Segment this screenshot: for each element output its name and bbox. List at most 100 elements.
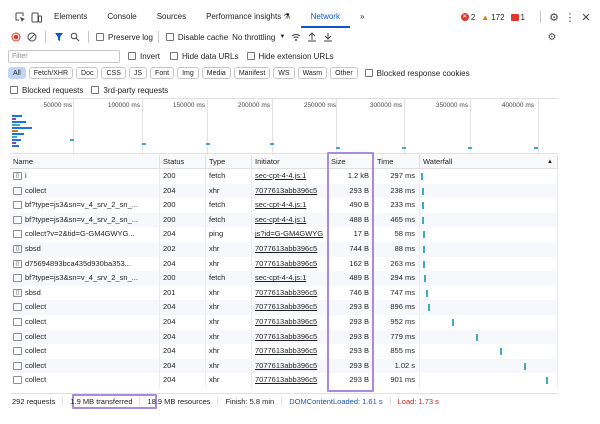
network-conditions-wifi-icon[interactable] — [288, 29, 304, 45]
blocked-response-cookies-label: Blocked response cookies — [376, 68, 470, 78]
invert-label: Invert — [140, 51, 161, 61]
cell-initiator[interactable]: sec-cpt-4-4.js:1 — [252, 198, 328, 213]
request-row[interactable]: collect 204 xhr 7077613abb396c5 293 B 238 ms — [10, 183, 558, 199]
tab-sources[interactable]: Sources — [147, 6, 196, 28]
type-filter-manifest[interactable]: Manifest — [233, 67, 271, 79]
column-header-initiator[interactable]: Initiator — [252, 155, 328, 169]
type-filter-ws[interactable]: WS — [273, 67, 295, 79]
request-row[interactable]: collect 204 xhr 7077613abb396c5 293 B 952 ms — [10, 315, 558, 330]
request-row[interactable]: {} sbsd 202 xhr 7077613abb396c5 744 B 88 ms — [10, 242, 558, 257]
cell-initiator[interactable]: 7077613abb396c5 — [252, 358, 328, 374]
request-row[interactable]: {} i 200 fetch sec-cpt-4-4.js:1 1.2 kB 297 ms — [10, 169, 558, 184]
cell-initiator[interactable]: 7077613abb396c5 — [252, 256, 328, 272]
cell-name: {} sbsd — [10, 285, 160, 301]
request-row[interactable]: {} d75694893bca435d930ba353... 204 xhr 70776… — [10, 256, 558, 272]
type-filter-media[interactable]: Media — [201, 67, 231, 79]
blocked-response-cookies-checkbox[interactable] — [364, 69, 373, 77]
export-har-icon[interactable] — [320, 29, 336, 45]
type-filter-font[interactable]: Font — [150, 67, 175, 79]
cell-initiator[interactable]: 7077613abb396c5 — [252, 315, 328, 330]
type-filter-css[interactable]: CSS — [101, 67, 126, 79]
cell-status: 204 — [160, 329, 206, 345]
network-overview-timeline[interactable]: 50000 ms 100000 ms 150000 ms 200000 ms 2… — [10, 98, 558, 155]
hide-extension-urls-checkbox[interactable] — [246, 52, 255, 60]
invert-checkbox[interactable] — [128, 52, 136, 60]
dropdown-arrow-icon[interactable]: ▼ — [279, 34, 285, 40]
record-icon[interactable] — [8, 29, 24, 45]
request-row[interactable]: collect 204 xhr 7077613abb396c5 293 B 779 ms — [10, 329, 558, 345]
type-filter-doc[interactable]: Doc — [76, 67, 99, 79]
cell-initiator[interactable]: sec-cpt-4-4.js:1 — [252, 169, 328, 184]
more-tabs-button[interactable]: » — [350, 6, 374, 28]
filter-input[interactable]: Filter — [8, 49, 120, 63]
clear-icon[interactable] — [24, 29, 40, 45]
errors-badge[interactable]: ✕ 2 — [460, 13, 475, 22]
preserve-log-checkbox[interactable] — [96, 33, 104, 41]
warnings-badge[interactable]: ▲ 172 — [481, 13, 504, 22]
column-header-time[interactable]: Time — [374, 155, 420, 169]
cell-type: ping — [206, 227, 252, 242]
request-name: d75694893bca435d930ba353... — [25, 258, 131, 268]
divider — [45, 31, 46, 43]
type-filter-img[interactable]: Img — [177, 67, 199, 79]
filter-icon[interactable] — [51, 29, 67, 45]
more-options-icon[interactable]: ⋮ — [562, 9, 578, 25]
request-row[interactable]: collect?v=2&tid=G-GM4GWYG... 204 ping js?id… — [10, 227, 558, 242]
cell-initiator[interactable]: sec-cpt-4-4.js:1 — [252, 212, 328, 228]
request-row[interactable]: collect 204 xhr 7077613abb396c5 293 B 1.02 s — [10, 358, 558, 374]
device-toolbar-icon[interactable] — [28, 9, 44, 25]
cell-status: 200 — [160, 198, 206, 213]
cell-waterfall — [420, 227, 558, 242]
cell-initiator[interactable]: js?id=G-GM4GWYG — [252, 227, 328, 242]
cell-time: 88 ms — [374, 242, 420, 257]
column-header-type[interactable]: Type — [206, 155, 252, 169]
type-filter-wasm[interactable]: Wasm — [297, 67, 328, 79]
cell-initiator[interactable]: 7077613abb396c5 — [252, 300, 328, 315]
request-row[interactable]: bf?type=js3&sn=v_4_srv_2_sn_... 200 fetch s… — [10, 212, 558, 228]
cell-initiator[interactable]: 7077613abb396c5 — [252, 285, 328, 301]
request-row[interactable]: {} sbsd 201 xhr 7077613abb396c5 746 B 747 ms — [10, 285, 558, 301]
issues-badge[interactable]: 1 — [510, 13, 525, 22]
cell-initiator[interactable]: sec-cpt-4-4.js:1 — [252, 271, 328, 286]
cell-initiator[interactable]: 7077613abb396c5 — [252, 242, 328, 257]
tab-performance-insights[interactable]: Performance insights ⚗ — [196, 6, 301, 28]
hide-data-urls-checkbox[interactable] — [170, 52, 179, 60]
request-row[interactable]: collect 204 xhr 7077613abb396c5 293 B 896 ms — [10, 300, 558, 315]
blocked-requests-checkbox[interactable] — [10, 86, 18, 94]
column-header-name[interactable]: Name — [10, 155, 160, 169]
tab-elements[interactable]: Elements — [44, 6, 97, 28]
type-filter-fetch-xhr[interactable]: Fetch/XHR — [28, 67, 74, 79]
request-row[interactable]: collect 204 xhr 7077613abb396c5 293 B 855 ms — [10, 344, 558, 359]
close-icon[interactable]: ✕ — [578, 9, 594, 25]
cell-initiator[interactable]: 7077613abb396c5 — [252, 344, 328, 359]
cell-initiator[interactable]: 7077613abb396c5 — [252, 373, 328, 388]
search-icon[interactable] — [67, 29, 83, 45]
type-filter-other[interactable]: Other — [330, 67, 358, 79]
inspect-element-icon[interactable] — [12, 9, 28, 25]
throttling-select[interactable]: No throttling — [232, 33, 275, 42]
type-filter-js[interactable]: JS — [128, 67, 148, 79]
cell-name: collect — [10, 329, 160, 345]
request-name: collect — [25, 375, 47, 385]
tab-console[interactable]: Console — [97, 6, 146, 28]
cell-time: 1.02 s — [374, 358, 420, 374]
disable-cache-checkbox[interactable] — [165, 33, 174, 41]
waterfall-bar — [476, 333, 478, 341]
third-party-requests-checkbox[interactable] — [91, 86, 100, 94]
settings-gear-icon[interactable]: ⚙ — [546, 9, 562, 25]
request-row[interactable]: bf?type=js3&sn=v_4_srv_2_sn_... 200 fetch s… — [10, 198, 558, 213]
size-column-highlight — [327, 152, 374, 392]
column-header-waterfall[interactable]: Waterfall ▲ — [420, 155, 558, 169]
cell-initiator[interactable]: 7077613abb396c5 — [252, 183, 328, 199]
overview-tick-label: 350000 ms — [435, 102, 468, 109]
type-filter-all[interactable]: All — [8, 67, 26, 79]
column-header-status[interactable]: Status — [160, 155, 206, 169]
request-name: collect — [25, 317, 47, 326]
cell-waterfall — [420, 358, 558, 374]
tab-network[interactable]: Network — [300, 6, 350, 28]
request-row[interactable]: collect 204 xhr 7077613abb396c5 293 B 901 ms — [10, 373, 558, 388]
network-settings-gear-icon[interactable]: ⚙ — [544, 29, 560, 45]
request-row[interactable]: bf?type=js3&sn=v_4_srv_2_sn_... 200 fetch s… — [10, 271, 558, 286]
import-har-icon[interactable] — [304, 29, 320, 45]
cell-initiator[interactable]: 7077613abb396c5 — [252, 329, 328, 345]
